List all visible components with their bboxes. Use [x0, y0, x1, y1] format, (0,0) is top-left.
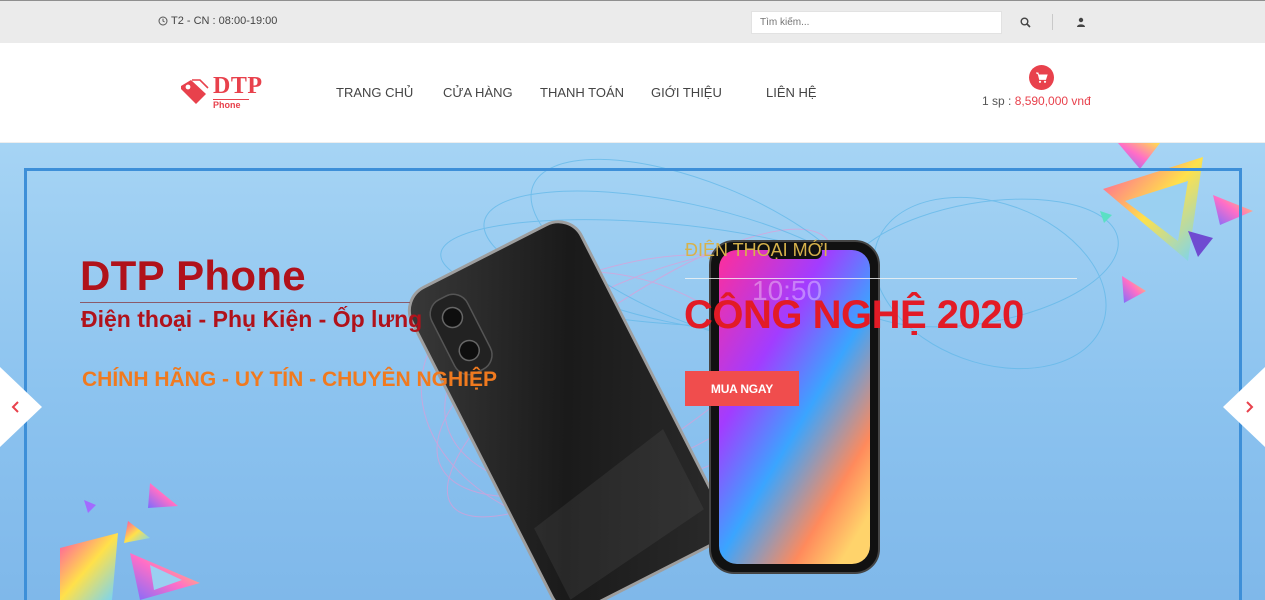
site-header: DTP Phone TRANG CHỦ CỬA HÀNG THANH TOÁN …: [0, 43, 1265, 143]
slider-prev-button[interactable]: [0, 367, 42, 447]
clock-icon: [158, 16, 168, 26]
slider-next-button[interactable]: [1223, 367, 1265, 447]
banner-title-underline: [80, 302, 410, 303]
cart-count: 1 sp :: [982, 94, 1015, 108]
opening-hours-text: T2 - CN : 08:00-19:00: [171, 15, 278, 27]
tag-icon: [181, 79, 209, 104]
nav-item-shop[interactable]: CỬA HÀNG: [443, 85, 513, 100]
logo-subtext: Phone: [213, 99, 249, 110]
logo-text: DTP: [213, 73, 263, 99]
search-icon: [1020, 17, 1031, 28]
nav-item-home[interactable]: TRANG CHỦ: [336, 85, 413, 100]
opening-hours: T2 - CN : 08:00-19:00: [158, 15, 277, 27]
promo-divider: [685, 278, 1077, 279]
cart-summary[interactable]: 1 sp : 8,590,000 vnđ: [982, 94, 1091, 108]
search-input[interactable]: [751, 11, 1002, 34]
nav-item-contact[interactable]: LIÊN HỆ: [766, 85, 817, 100]
banner-tagline: CHÍNH HÃNG - UY TÍN - CHUYÊN NGHIỆP: [82, 368, 497, 391]
top-divider: [1052, 14, 1053, 30]
hero-banner: 10:50 DTP Phone Điện thoại - Phụ Kiện - …: [0, 143, 1265, 600]
user-icon: [1077, 17, 1085, 27]
site-logo[interactable]: DTP Phone: [178, 74, 263, 110]
account-button[interactable]: [1073, 14, 1089, 30]
cart-button[interactable]: [1029, 65, 1054, 90]
nav-item-about[interactable]: GIỚI THIỆU: [651, 85, 722, 100]
search-button[interactable]: [1017, 14, 1033, 30]
banner-subtitle: Điện thoại - Phụ Kiện - Ốp lưng: [81, 306, 423, 332]
cart-total: 8,590,000 vnđ: [1014, 94, 1091, 108]
top-bar: T2 - CN : 08:00-19:00: [0, 0, 1265, 43]
nav-item-checkout[interactable]: THANH TOÁN: [540, 85, 624, 100]
banner-title: DTP Phone: [80, 252, 306, 299]
promo-headline: CÔNG NGHỆ 2020: [684, 293, 1024, 337]
promo-kicker: ĐIỆN THOẠI MỚI: [685, 240, 829, 260]
buy-now-button[interactable]: MUA NGAY: [685, 371, 799, 406]
cart-icon: [1036, 72, 1048, 83]
